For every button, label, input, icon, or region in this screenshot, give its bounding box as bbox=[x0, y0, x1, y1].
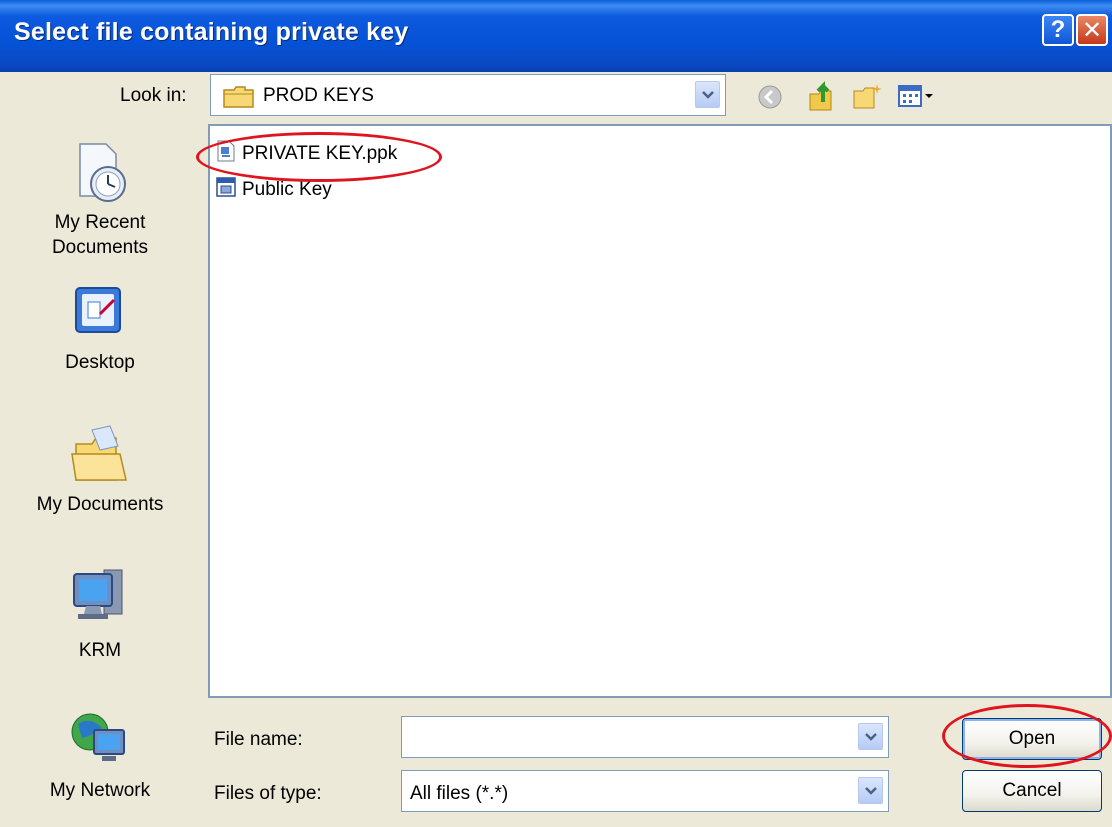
chevron-down-icon[interactable] bbox=[858, 723, 883, 750]
file-type-label: Files of type: bbox=[214, 783, 322, 804]
place-label: My Network bbox=[49, 780, 151, 801]
place-my-network[interactable]: My Network bbox=[0, 710, 200, 803]
place-label: Desktop bbox=[65, 352, 135, 373]
chevron-down-icon[interactable] bbox=[695, 81, 720, 108]
file-name-label: File name: bbox=[214, 729, 303, 750]
new-folder-icon[interactable] bbox=[852, 83, 884, 115]
place-my-recent-documents[interactable]: My Recent Documents bbox=[0, 140, 200, 260]
help-button[interactable]: ? bbox=[1042, 14, 1074, 46]
cancel-button[interactable]: Cancel bbox=[962, 770, 1102, 812]
folder-icon bbox=[223, 86, 255, 114]
views-menu-icon[interactable] bbox=[898, 84, 934, 114]
place-label: My Recent bbox=[54, 212, 146, 233]
open-button[interactable]: Open bbox=[962, 718, 1102, 760]
title-bar[interactable]: Select file containing private key ? ✕ bbox=[0, 0, 1112, 72]
desktop-icon bbox=[0, 284, 200, 350]
file-type-value: All files (*.*) bbox=[410, 783, 509, 804]
file-list[interactable]: PRIVATE KEY.ppk Public Key bbox=[208, 124, 1112, 698]
look-in-value: PROD KEYS bbox=[263, 85, 374, 106]
dialog-title: Select file containing private key bbox=[14, 18, 409, 46]
my-documents-folder-icon bbox=[0, 424, 200, 492]
place-label: My Documents bbox=[36, 494, 164, 515]
open-button-label: Open bbox=[1008, 728, 1056, 749]
help-icon: ? bbox=[1050, 16, 1066, 43]
place-my-documents[interactable]: My Documents bbox=[0, 424, 200, 517]
my-computer-icon bbox=[0, 564, 200, 638]
cancel-button-label: Cancel bbox=[1002, 780, 1062, 801]
chevron-down-icon[interactable] bbox=[858, 777, 883, 804]
back-icon[interactable] bbox=[758, 85, 782, 115]
my-network-icon bbox=[0, 710, 200, 778]
file-name: Public Key bbox=[242, 179, 332, 200]
place-label: KRM bbox=[78, 640, 122, 661]
look-in-dropdown[interactable]: PROD KEYS bbox=[210, 74, 726, 116]
look-in-label: Look in: bbox=[120, 85, 187, 106]
close-icon: ✕ bbox=[1081, 16, 1103, 44]
file-name-input[interactable] bbox=[401, 716, 889, 758]
file-type-dropdown[interactable]: All files (*.*) bbox=[401, 770, 889, 812]
generic-file-icon bbox=[216, 176, 236, 204]
file-item[interactable]: Public Key bbox=[216, 176, 332, 204]
place-label: Documents bbox=[51, 237, 149, 258]
file-name: PRIVATE KEY.ppk bbox=[242, 143, 398, 164]
recent-documents-icon bbox=[0, 140, 200, 210]
key-file-icon bbox=[216, 140, 236, 168]
places-bar: My Recent Documents Desktop My Documents bbox=[0, 124, 200, 827]
close-button[interactable]: ✕ bbox=[1076, 14, 1108, 46]
up-folder-icon[interactable] bbox=[807, 80, 837, 118]
place-desktop[interactable]: Desktop bbox=[0, 284, 200, 375]
file-item[interactable]: PRIVATE KEY.ppk bbox=[216, 140, 397, 168]
place-my-computer[interactable]: KRM bbox=[0, 564, 200, 663]
